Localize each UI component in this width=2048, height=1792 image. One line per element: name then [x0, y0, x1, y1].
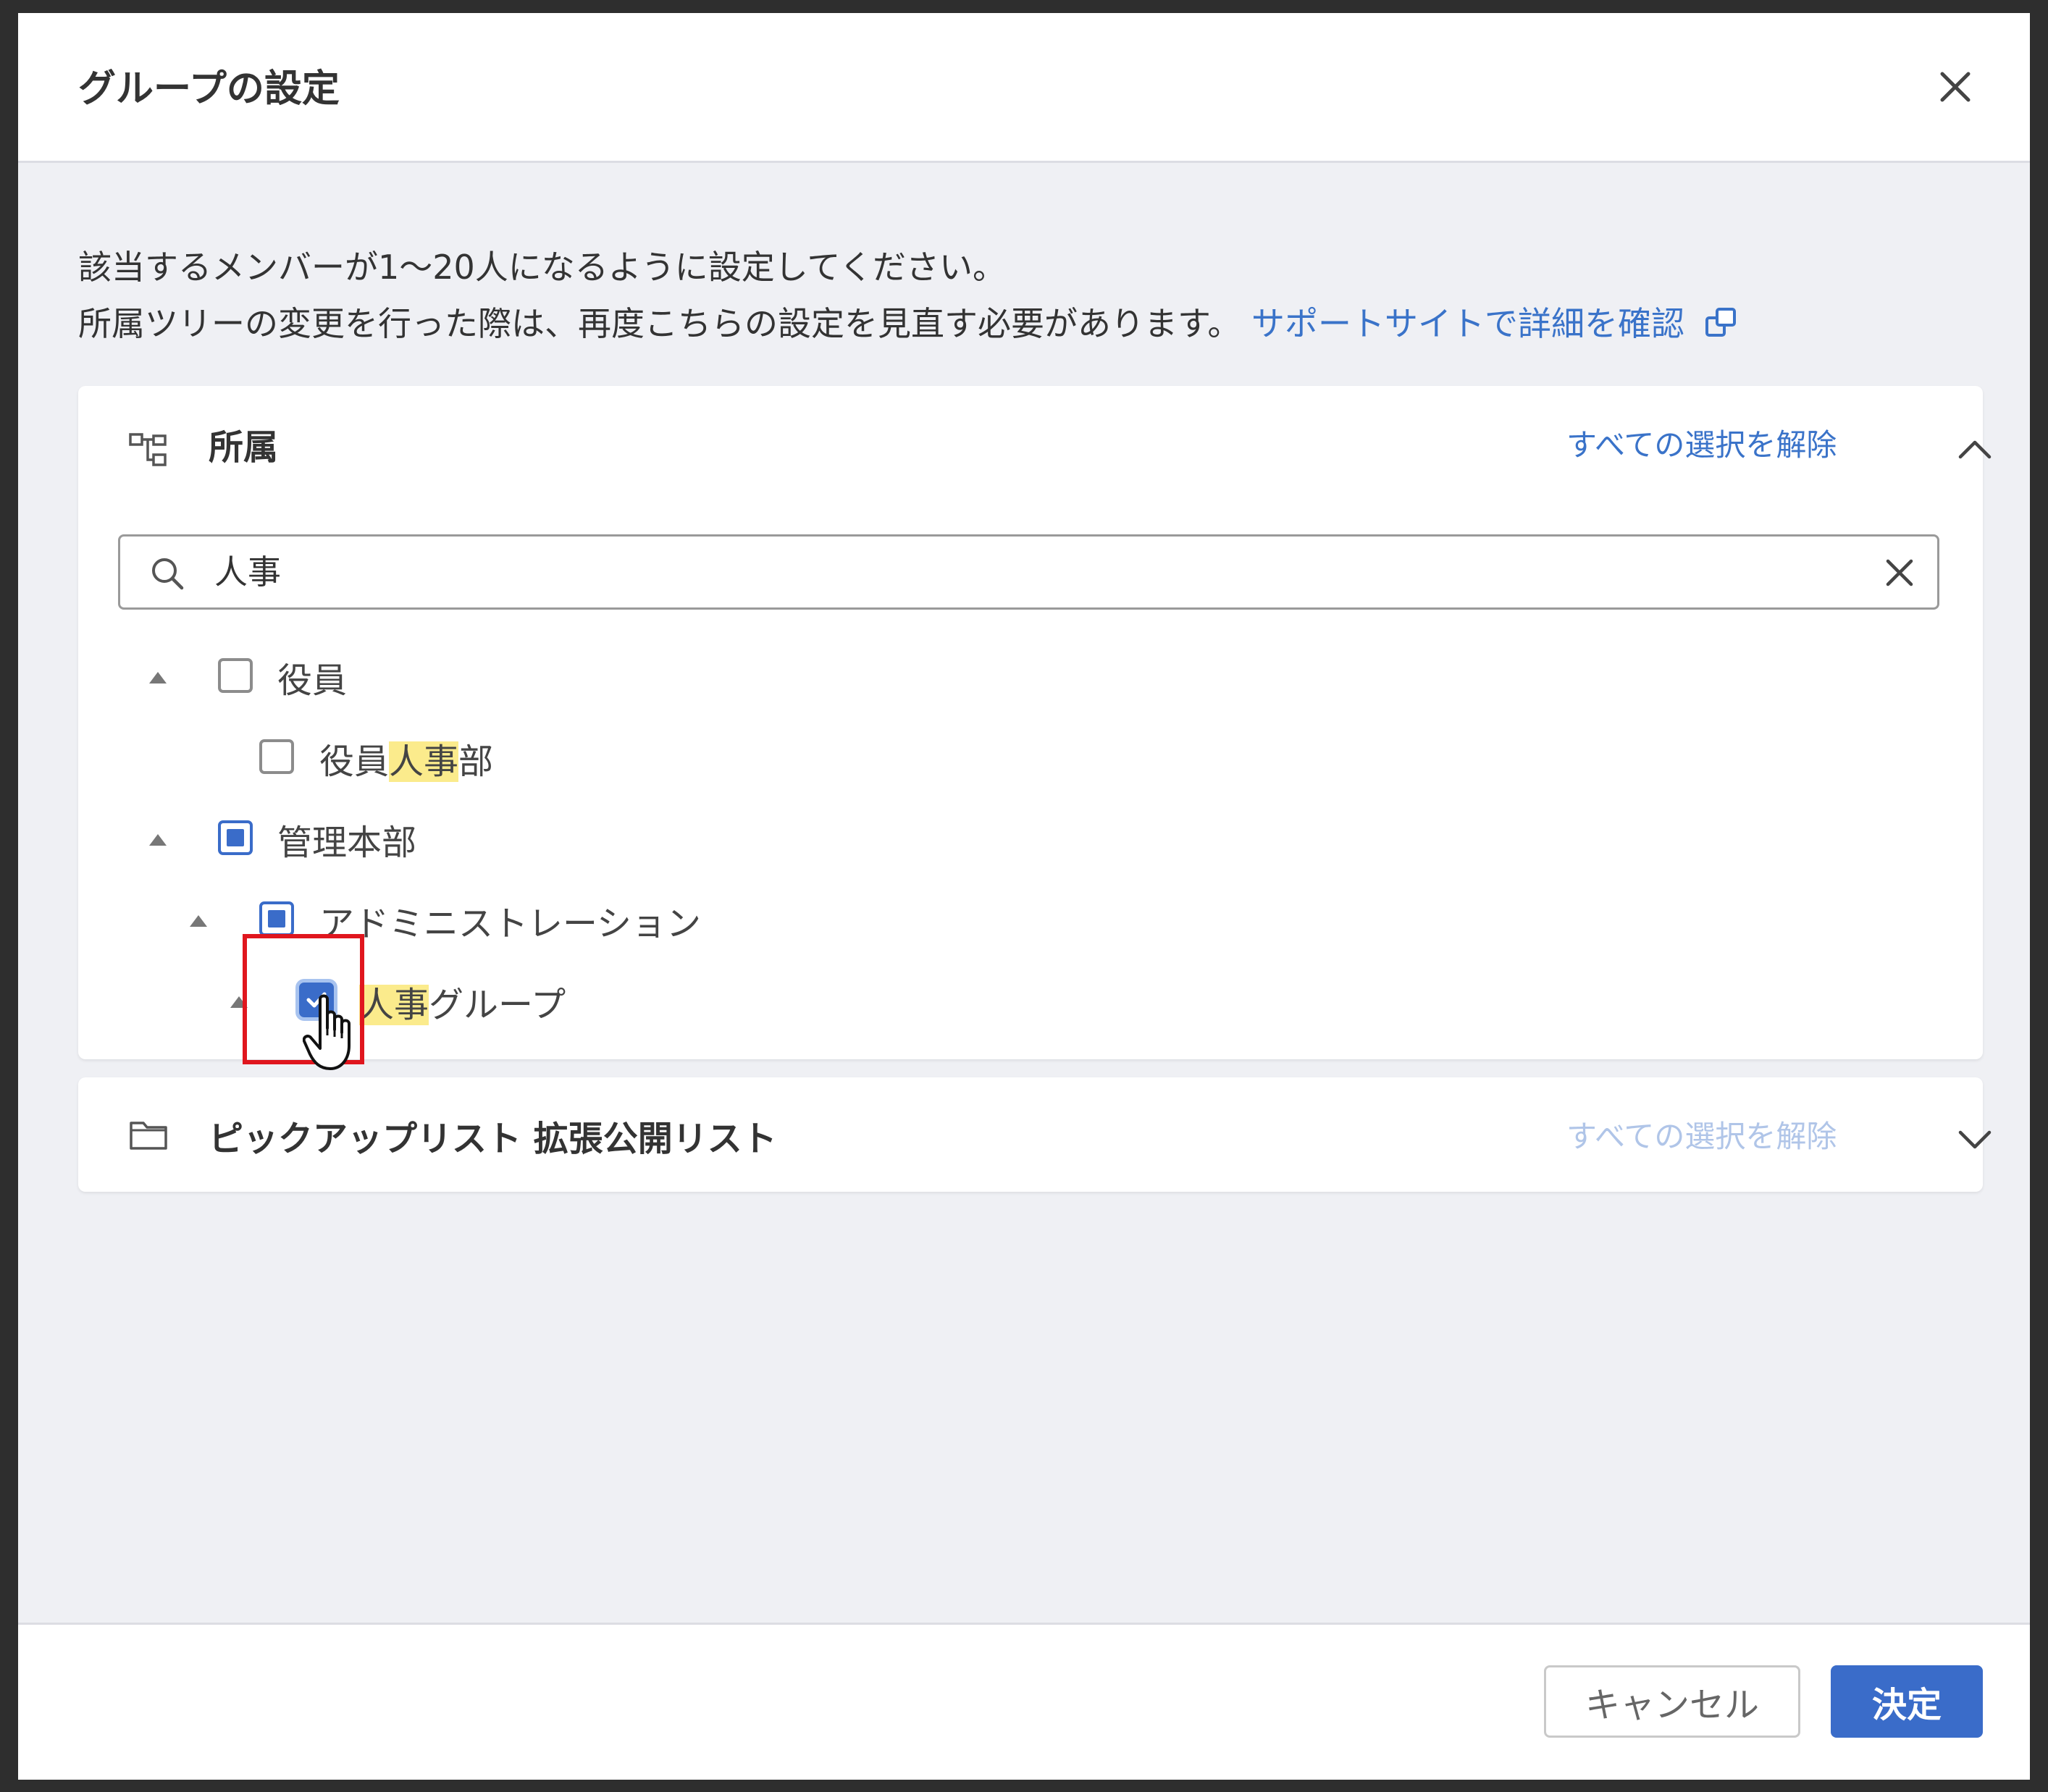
search-highlight: 人事 [359, 985, 429, 1025]
picklist-panel-header[interactable]: ピックアップリスト 拡張公開リスト すべての選択を解除 [78, 1077, 1992, 1186]
dialog-title: グループの設定 [78, 67, 340, 111]
tree-label: 人事グループ [359, 976, 566, 1027]
external-link-icon [1704, 298, 1739, 355]
org-panel-header[interactable]: 所属 すべての選択を解除 [78, 386, 1992, 495]
dialog-intro: 該当するメンバーが1〜20人になるように設定してください。 所属ツリーの変更を行… [78, 239, 1739, 355]
caret-up-icon[interactable] [148, 669, 168, 688]
dialog-footer: キャンセル 決定 [18, 1623, 2030, 1780]
intro-line-2-text: 所属ツリーの変更を行った際は、再度こちらの設定を見直す必要があります。 [78, 304, 1241, 343]
tree-label-text: グループ [429, 985, 566, 1025]
caret-up-icon[interactable] [148, 831, 168, 850]
hand-cursor-icon [302, 993, 364, 1076]
dialog-header: グループの設定 [18, 13, 2030, 163]
intro-line-1: 該当するメンバーが1〜20人になるように設定してください。 [78, 248, 1007, 287]
tree-checkbox[interactable] [218, 658, 253, 693]
chevron-down-icon[interactable] [1957, 1130, 1992, 1154]
org-search-input[interactable] [213, 550, 1809, 590]
tree-row-kanri-honbu[interactable]: 管理本部 [78, 812, 1983, 870]
picklist-panel-title: ピックアップリスト 拡張公開リスト [209, 1119, 777, 1159]
tree-row-yakuin[interactable]: 役員 [78, 650, 1983, 708]
caret-up-icon[interactable] [188, 912, 209, 931]
tree-label-text: 役員 [319, 741, 390, 782]
search-icon [149, 555, 185, 594]
tree-row-yakuin-jinjibu[interactable]: 役員人事部 [78, 731, 1983, 789]
cancel-button[interactable]: キャンセル [1544, 1665, 1800, 1738]
chevron-up-icon[interactable] [1957, 438, 1992, 463]
tree-checkbox-partial[interactable] [259, 901, 294, 936]
support-site-link[interactable]: サポートサイトで詳細を確認 [1251, 304, 1739, 343]
tree-label-text: 部 [458, 741, 494, 782]
tree-label: 役員人事部 [319, 733, 493, 783]
tree-label: アドミニストレーション [319, 904, 702, 944]
close-icon[interactable] [1934, 65, 1977, 109]
org-tree-icon [129, 433, 169, 472]
tree-checkbox[interactable] [259, 739, 294, 774]
search-clear-icon[interactable] [1884, 557, 1915, 592]
folder-icon [129, 1117, 168, 1153]
tree-label: 管理本部 [277, 823, 417, 863]
org-panel-title: 所属 [209, 427, 279, 468]
intro-line-2: 所属ツリーの変更を行った際は、再度こちらの設定を見直す必要があります。 サポート… [78, 295, 1739, 355]
picklist-panel: ピックアップリスト 拡張公開リスト すべての選択を解除 [78, 1077, 1992, 1192]
org-clear-selection-link[interactable]: すべての選択を解除 [1566, 421, 1837, 465]
support-site-link-label: サポートサイトで詳細を確認 [1251, 304, 1685, 343]
tree-checkbox-partial[interactable] [218, 820, 253, 855]
tree-label: 役員 [277, 660, 348, 701]
search-highlight: 人事 [389, 741, 459, 782]
org-search-box[interactable] [118, 534, 1939, 610]
group-settings-dialog: グループの設定 該当するメンバーが1〜20人になるように設定してください。 所属… [18, 13, 2030, 1780]
confirm-button[interactable]: 決定 [1831, 1665, 1983, 1738]
picklist-clear-selection-link[interactable]: すべての選択を解除 [1566, 1112, 1837, 1156]
